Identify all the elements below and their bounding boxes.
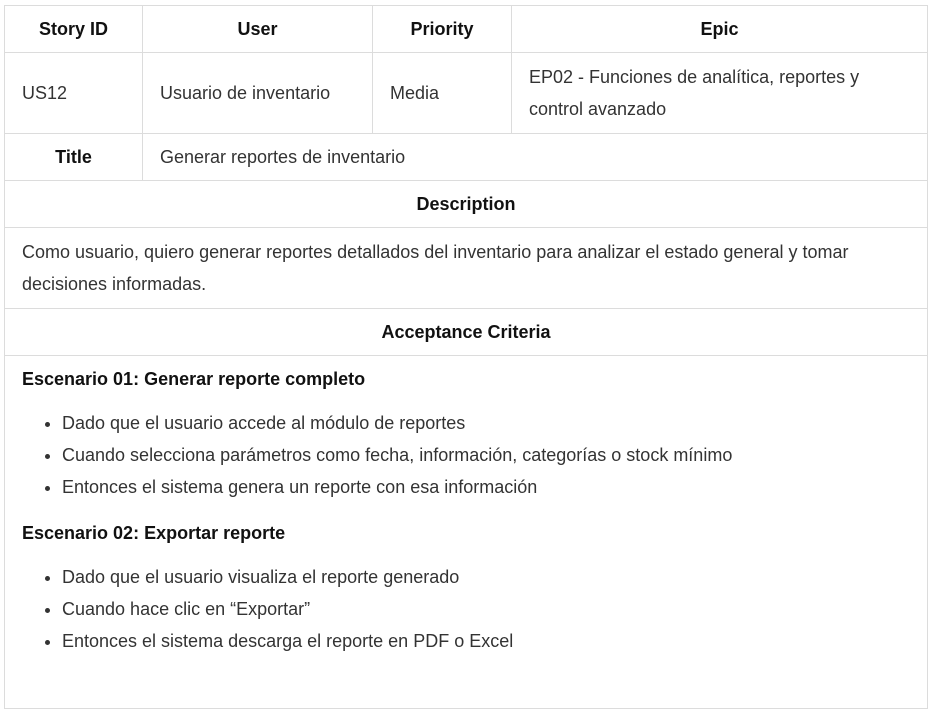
priority-value: Media bbox=[372, 52, 512, 134]
user-story-table: Story ID User Priority Epic US12 Usuario… bbox=[4, 5, 928, 709]
epic-value: EP02 - Funciones de analítica, reportes … bbox=[511, 52, 928, 134]
title-row: Title Generar reportes de inventario bbox=[4, 133, 928, 181]
scenario-1: Escenario 01: Generar reporte completo D… bbox=[22, 366, 910, 503]
scenario-step: Entonces el sistema genera un reporte co… bbox=[62, 471, 910, 503]
user-value: Usuario de inventario bbox=[142, 52, 373, 134]
scenario-step: Entonces el sistema descarga el reporte … bbox=[62, 625, 910, 657]
acceptance-label: Acceptance Criteria bbox=[4, 308, 928, 356]
priority-header: Priority bbox=[372, 5, 512, 53]
description-label: Description bbox=[4, 180, 928, 228]
title-value: Generar reportes de inventario bbox=[142, 133, 928, 181]
scenario-2: Escenario 02: Exportar reporte Dado que … bbox=[22, 520, 910, 657]
scenario-step: Cuando hace clic en “Exportar” bbox=[62, 593, 910, 625]
description-header-row: Description bbox=[4, 180, 928, 228]
scenario-title: Escenario 01: Generar reporte completo bbox=[22, 369, 366, 389]
story-row: US12 Usuario de inventario Media EP02 - … bbox=[4, 52, 928, 134]
title-label: Title bbox=[4, 133, 143, 181]
epic-header: Epic bbox=[511, 5, 928, 53]
scenario-title: Escenario 02: Exportar reporte bbox=[22, 523, 286, 543]
story-id-value: US12 bbox=[4, 52, 143, 134]
acceptance-row: Escenario 01: Generar reporte completo D… bbox=[4, 355, 928, 709]
scenario-step: Dado que el usuario visualiza el reporte… bbox=[62, 561, 910, 593]
scenario-steps: Dado que el usuario visualiza el reporte… bbox=[22, 561, 910, 657]
acceptance-criteria: Escenario 01: Generar reporte completo D… bbox=[4, 355, 928, 709]
scenario-steps: Dado que el usuario accede al módulo de … bbox=[22, 407, 910, 503]
user-header: User bbox=[142, 5, 373, 53]
description-row: Como usuario, quiero generar reportes de… bbox=[4, 227, 928, 309]
scenario-step: Dado que el usuario accede al módulo de … bbox=[62, 407, 910, 439]
acceptance-header-row: Acceptance Criteria bbox=[4, 308, 928, 356]
description-text: Como usuario, quiero generar reportes de… bbox=[4, 227, 928, 309]
story-id-header: Story ID bbox=[4, 5, 143, 53]
header-row: Story ID User Priority Epic bbox=[4, 5, 928, 53]
scenario-step: Cuando selecciona parámetros como fecha,… bbox=[62, 439, 910, 471]
